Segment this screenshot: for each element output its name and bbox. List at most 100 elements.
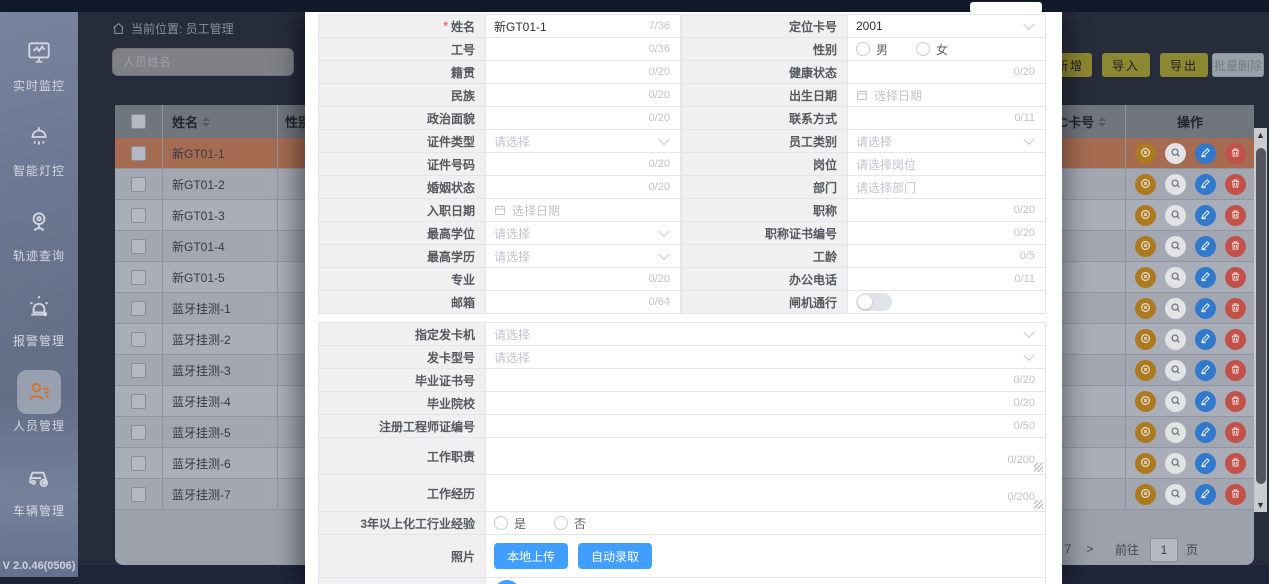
form-field-职称证书编号[interactable]: 0/20 (848, 222, 1046, 244)
form-field-工作经历[interactable]: 0/200 (486, 475, 1046, 511)
delete-button[interactable] (1225, 453, 1246, 474)
edit-button[interactable] (1195, 143, 1216, 164)
search-button[interactable] (1165, 267, 1186, 288)
radio-option[interactable]: 男 (856, 41, 888, 58)
circle-x-button[interactable] (1135, 360, 1156, 381)
form-field-3年以上化工行业经验[interactable]: 是否 (486, 512, 1046, 534)
form-field-工号[interactable]: 0/36 (486, 38, 681, 60)
delete-button[interactable] (1225, 298, 1246, 319)
circle-x-button[interactable] (1135, 298, 1156, 319)
form-field-闸机通行[interactable] (848, 291, 1046, 313)
sidebar-item-6[interactable]: 车辆管理 (0, 455, 78, 540)
edit-button[interactable] (1195, 298, 1216, 319)
circle-x-button[interactable] (1135, 236, 1156, 257)
row-checkbox[interactable] (131, 487, 146, 502)
edit-button[interactable] (1195, 453, 1216, 474)
form-field-最高学历[interactable]: 请选择 (486, 245, 681, 267)
form-field-出生日期[interactable]: 选择日期 (848, 84, 1046, 106)
sidebar-item-5[interactable]: 人员管理 (0, 370, 78, 455)
form-field-工龄[interactable]: 0/5 (848, 245, 1046, 267)
row-checkbox[interactable] (131, 270, 146, 285)
edit-button[interactable] (1195, 360, 1216, 381)
scrollbar-thumb[interactable] (1256, 148, 1266, 484)
circle-x-button[interactable] (1135, 422, 1156, 443)
search-button[interactable] (1165, 236, 1186, 257)
circle-x-button[interactable] (1135, 267, 1156, 288)
radio-option[interactable]: 是 (494, 515, 526, 532)
scroll-down-icon[interactable]: ▼ (1254, 500, 1267, 510)
search-button[interactable] (1165, 484, 1186, 505)
delete-button[interactable] (1225, 391, 1246, 412)
add-attachment-button[interactable]: + (494, 580, 520, 584)
row-checkbox[interactable] (131, 425, 146, 440)
sidebar-item-3[interactable]: 轨迹查询 (0, 200, 78, 285)
form-field-毕业院校[interactable]: 0/20 (486, 392, 1046, 414)
gate-toggle[interactable] (856, 293, 892, 311)
edit-button[interactable] (1195, 174, 1216, 195)
toolbar-button-3[interactable]: 导出 (1160, 53, 1208, 77)
auto-capture-button[interactable]: 自动录取 (578, 543, 652, 569)
sidebar-item-4[interactable]: 报警管理 (0, 285, 78, 370)
form-field-婚姻状态[interactable]: 0/20 (486, 176, 681, 198)
row-checkbox[interactable] (131, 239, 146, 254)
edit-button[interactable] (1195, 391, 1216, 412)
next-page-button[interactable]: > (1082, 538, 1098, 560)
edit-button[interactable] (1195, 484, 1216, 505)
circle-x-button[interactable] (1135, 143, 1156, 164)
edit-button[interactable] (1195, 236, 1216, 257)
form-field-定位卡号[interactable]: 2001 (848, 15, 1046, 37)
search-button[interactable] (1165, 391, 1186, 412)
toolbar-button-2[interactable]: 导入 (1102, 53, 1150, 77)
circle-x-button[interactable] (1135, 453, 1156, 474)
search-button[interactable] (1165, 422, 1186, 443)
form-field-专业[interactable]: 0/20 (486, 268, 681, 290)
delete-button[interactable] (1225, 484, 1246, 505)
form-field-工作职责[interactable]: 0/200 (486, 438, 1046, 474)
edit-button[interactable] (1195, 205, 1216, 226)
row-checkbox[interactable] (131, 363, 146, 378)
row-checkbox[interactable] (131, 177, 146, 192)
edit-button[interactable] (1195, 329, 1216, 350)
delete-button[interactable] (1225, 422, 1246, 443)
search-input[interactable] (112, 48, 294, 76)
edit-button[interactable] (1195, 422, 1216, 443)
form-field-入职日期[interactable]: 选择日期 (486, 199, 681, 221)
search-button[interactable] (1165, 174, 1186, 195)
form-field-发卡型号[interactable]: 请选择 (486, 346, 1046, 368)
resize-handle-icon[interactable] (1034, 463, 1043, 472)
form-field-附件[interactable]: + (486, 578, 1046, 584)
form-field-注册工程师证编号[interactable]: 0/50 (486, 415, 1046, 437)
search-button[interactable] (1165, 453, 1186, 474)
form-field-健康状态[interactable]: 0/20 (848, 61, 1046, 83)
form-field-民族[interactable]: 0/20 (486, 84, 681, 106)
row-checkbox[interactable] (131, 208, 146, 223)
sidebar-item-2[interactable]: 智能灯控 (0, 115, 78, 200)
sidebar-item-1[interactable]: 实时监控 (0, 30, 78, 115)
form-field-员工类别[interactable]: 请选择 (848, 130, 1046, 152)
form-field-政治面貌[interactable]: 0/20 (486, 107, 681, 129)
delete-button[interactable] (1225, 205, 1246, 226)
edit-button[interactable] (1195, 267, 1216, 288)
circle-x-button[interactable] (1135, 329, 1156, 350)
form-field-性别[interactable]: 男女 (848, 38, 1046, 60)
delete-button[interactable] (1225, 174, 1246, 195)
table-scrollbar[interactable]: ▲ ▼ (1254, 128, 1267, 512)
sort-icon[interactable] (1098, 117, 1106, 127)
form-field-籍贯[interactable]: 0/20 (486, 61, 681, 83)
circle-x-button[interactable] (1135, 484, 1156, 505)
circle-x-button[interactable] (1135, 205, 1156, 226)
row-checkbox[interactable] (131, 301, 146, 316)
row-checkbox[interactable] (131, 394, 146, 409)
scroll-up-icon[interactable]: ▲ (1254, 130, 1267, 140)
form-field-照片[interactable]: 本地上传自动录取 (486, 535, 1046, 577)
search-button[interactable] (1165, 329, 1186, 350)
radio-option[interactable]: 女 (916, 41, 948, 58)
delete-button[interactable] (1225, 360, 1246, 381)
form-field-最高学位[interactable]: 请选择 (486, 222, 681, 244)
form-field-指定发卡机[interactable]: 请选择 (486, 323, 1046, 345)
search-button[interactable] (1165, 360, 1186, 381)
form-field-毕业证书号[interactable]: 0/20 (486, 369, 1046, 391)
row-checkbox[interactable] (131, 146, 146, 161)
form-field-部门[interactable]: 请选择部门 (848, 176, 1046, 198)
search-button[interactable] (1165, 298, 1186, 319)
